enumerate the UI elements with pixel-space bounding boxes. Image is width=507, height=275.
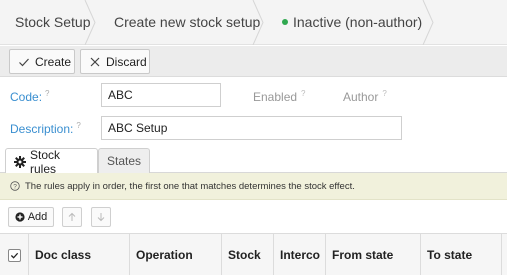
- help-icon[interactable]: ?: [382, 89, 386, 98]
- enabled-label: Enabled?: [253, 89, 306, 104]
- status-indicator: Inactive (non-author): [264, 0, 434, 45]
- create-button[interactable]: Create: [9, 49, 75, 74]
- help-icon[interactable]: ?: [76, 121, 80, 130]
- close-icon: [89, 56, 101, 68]
- add-button-label: Add: [27, 211, 48, 223]
- move-up-button[interactable]: [62, 207, 82, 227]
- select-all-checkbox[interactable]: [7, 248, 21, 262]
- column-header-stock[interactable]: Stock: [222, 234, 274, 275]
- arrow-up-icon: [67, 212, 77, 222]
- discard-button[interactable]: Discard: [80, 49, 150, 74]
- status-dot-icon: [282, 19, 288, 25]
- discard-button-label: Discard: [106, 54, 147, 69]
- help-icon[interactable]: ?: [45, 89, 49, 98]
- breadcrumb-separator: [84, 0, 96, 45]
- column-label: To state: [427, 248, 473, 262]
- move-down-button[interactable]: [91, 207, 111, 227]
- breadcrumb-item-stock-setup[interactable]: Stock Setup: [0, 0, 96, 45]
- plus-circle-icon: [15, 212, 25, 222]
- breadcrumb-label: Create new stock setup: [114, 14, 261, 30]
- author-label: Author?: [343, 89, 387, 104]
- column-label: Stock: [228, 248, 261, 262]
- tab-bar: Stock rules States: [0, 146, 507, 176]
- column-header-doc-class[interactable]: Doc class: [29, 234, 130, 275]
- gear-icon: [14, 155, 26, 168]
- breadcrumb-separator: [422, 0, 434, 45]
- question-circle-icon: ?: [10, 181, 20, 191]
- arrow-down-icon: [96, 212, 106, 222]
- add-rule-button[interactable]: Add: [8, 207, 54, 227]
- description-label: Description:?: [10, 121, 81, 136]
- code-field[interactable]: ABC: [101, 83, 221, 107]
- rules-toolbar: Add: [0, 201, 507, 233]
- column-header-from-state[interactable]: From state: [326, 234, 421, 275]
- info-text: The rules apply in order, the first one …: [25, 180, 355, 192]
- check-icon: [10, 252, 18, 259]
- tab-states[interactable]: States: [98, 148, 150, 173]
- description-field[interactable]: ABC Setup: [101, 116, 402, 140]
- description-value: ABC Setup: [108, 121, 168, 135]
- toolbar: Create Discard: [0, 46, 507, 77]
- breadcrumb-item-create[interactable]: Create new stock setup: [96, 0, 264, 45]
- column-label: Operation: [136, 248, 193, 262]
- column-label: Doc class: [35, 248, 92, 262]
- enabled-label-text: Enabled: [253, 90, 298, 104]
- status-label: Inactive (non-author): [293, 14, 423, 30]
- breadcrumb-separator: [252, 0, 264, 45]
- code-label-text: Code:: [10, 90, 43, 104]
- code-label: Code:?: [10, 89, 49, 104]
- tab-label: States: [107, 154, 142, 168]
- code-value: ABC: [108, 88, 133, 102]
- help-icon[interactable]: ?: [301, 89, 305, 98]
- info-message: ? The rules apply in order, the first on…: [0, 173, 507, 200]
- column-header-operation[interactable]: Operation: [130, 234, 222, 275]
- svg-text:?: ?: [13, 183, 17, 190]
- select-all-cell: [0, 234, 29, 275]
- rules-table-header: Doc class Operation Stock Interco From s…: [0, 233, 507, 275]
- create-button-label: Create: [35, 54, 72, 69]
- tab-label: Stock rules: [30, 147, 61, 176]
- author-label-text: Author: [343, 90, 379, 104]
- description-label-text: Description:: [10, 122, 74, 136]
- column-label: From state: [332, 248, 394, 262]
- column-label: Interco: [280, 248, 321, 262]
- breadcrumb: Stock Setup Create new stock setup Inact…: [0, 0, 507, 45]
- column-header-interco[interactable]: Interco: [274, 234, 326, 275]
- breadcrumb-label: Stock Setup: [15, 14, 91, 30]
- column-header-to-state[interactable]: To state: [421, 234, 502, 275]
- check-icon: [18, 56, 30, 68]
- tab-stock-rules[interactable]: Stock rules: [5, 147, 98, 176]
